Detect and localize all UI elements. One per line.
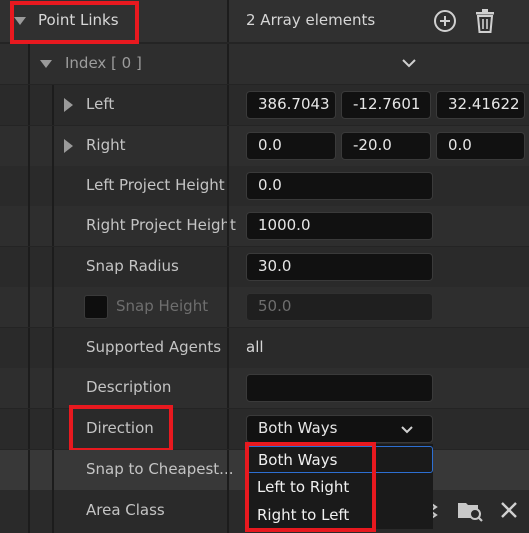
direction-dropdown-value: Both Ways — [258, 419, 338, 437]
index-label: Index [ 0 ] — [65, 54, 142, 72]
supported-agents-label: Supported Agents — [86, 338, 222, 356]
supported-agents-row: Supported Agents all — [0, 328, 529, 368]
right-project-height-row: Right Project Height 1000.0 — [0, 206, 529, 246]
snap-radius-field[interactable]: 30.0 — [246, 253, 433, 281]
point-links-highlight — [10, 1, 139, 44]
left-y-field[interactable]: -12.7601 — [341, 91, 431, 119]
left-project-height-row: Left Project Height 0.0 — [0, 166, 529, 206]
array-count: 2 Array elements — [246, 11, 376, 29]
plus-circle-icon[interactable] — [433, 9, 457, 33]
right-expand-icon[interactable] — [64, 139, 73, 153]
left-label: Left — [86, 95, 115, 113]
snap-height-label: Snap Height — [116, 297, 209, 315]
right-project-height-label: Right Project Height — [86, 216, 236, 234]
direction-menu-highlight — [245, 442, 376, 532]
index-row[interactable]: Index [ 0 ] — [0, 44, 529, 84]
chevron-down-icon[interactable] — [401, 57, 417, 69]
right-z-field[interactable]: 0.0 — [436, 132, 525, 160]
area-class-label: Area Class — [86, 501, 165, 519]
description-label: Description — [86, 378, 172, 396]
snap-radius-label: Snap Radius — [86, 257, 179, 275]
direction-label-highlight — [69, 405, 173, 452]
direction-dropdown[interactable]: Both Ways — [246, 415, 433, 443]
close-icon[interactable] — [499, 500, 519, 520]
left-x-field[interactable]: 386.7043 — [246, 91, 336, 119]
right-project-height-field[interactable]: 1000.0 — [246, 212, 433, 240]
snap-height-field[interactable]: 50.0 — [246, 293, 433, 321]
left-z-field[interactable]: 32.41622 — [436, 91, 525, 119]
right-x-field[interactable]: 0.0 — [246, 132, 336, 160]
left-project-height-label: Left Project Height — [86, 176, 225, 194]
index-collapse-icon[interactable] — [40, 60, 52, 68]
dropdown-chevron-icon — [401, 426, 413, 434]
browse-folder-icon[interactable] — [457, 498, 483, 522]
left-row: Left 386.7043 -12.7601 32.41622 — [0, 85, 529, 125]
description-row: Description — [0, 368, 529, 408]
right-row: Right 0.0 -20.0 0.0 — [0, 126, 529, 166]
snap-to-cheapest-label: Snap to Cheapest... — [86, 460, 234, 478]
right-y-field[interactable]: -20.0 — [341, 132, 431, 160]
snap-radius-row: Snap Radius 30.0 — [0, 247, 529, 287]
snap-height-checkbox[interactable] — [84, 295, 108, 319]
trash-icon[interactable] — [474, 9, 496, 33]
description-field[interactable] — [246, 374, 433, 402]
snap-height-row: Snap Height 50.0 — [0, 287, 529, 327]
left-project-height-field[interactable]: 0.0 — [246, 172, 433, 200]
right-label: Right — [86, 136, 126, 154]
left-expand-icon[interactable] — [64, 98, 73, 112]
supported-agents-value[interactable]: all — [246, 338, 264, 356]
